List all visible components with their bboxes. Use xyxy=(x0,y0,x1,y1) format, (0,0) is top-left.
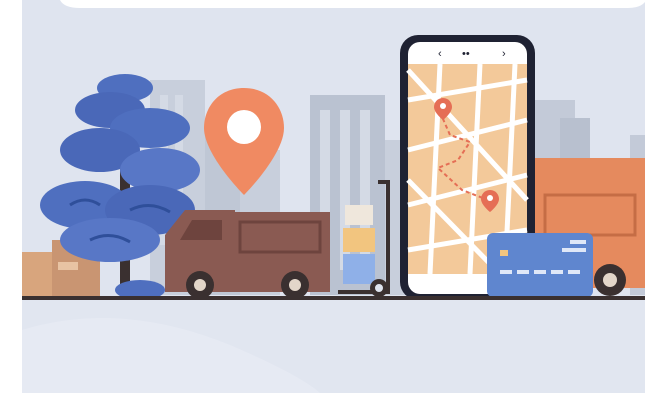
phone-camera-icon: •• xyxy=(462,48,470,60)
delivery-van xyxy=(165,210,330,299)
phone-back-icon: ‹ xyxy=(438,48,442,60)
top-banner-edge xyxy=(60,0,645,8)
delivery-illustration: ‹ •• › xyxy=(0,0,645,393)
road-line xyxy=(22,296,645,300)
phone-forward-icon: › xyxy=(502,48,506,60)
credit-card-icon xyxy=(487,233,593,297)
ground-area xyxy=(22,300,645,393)
